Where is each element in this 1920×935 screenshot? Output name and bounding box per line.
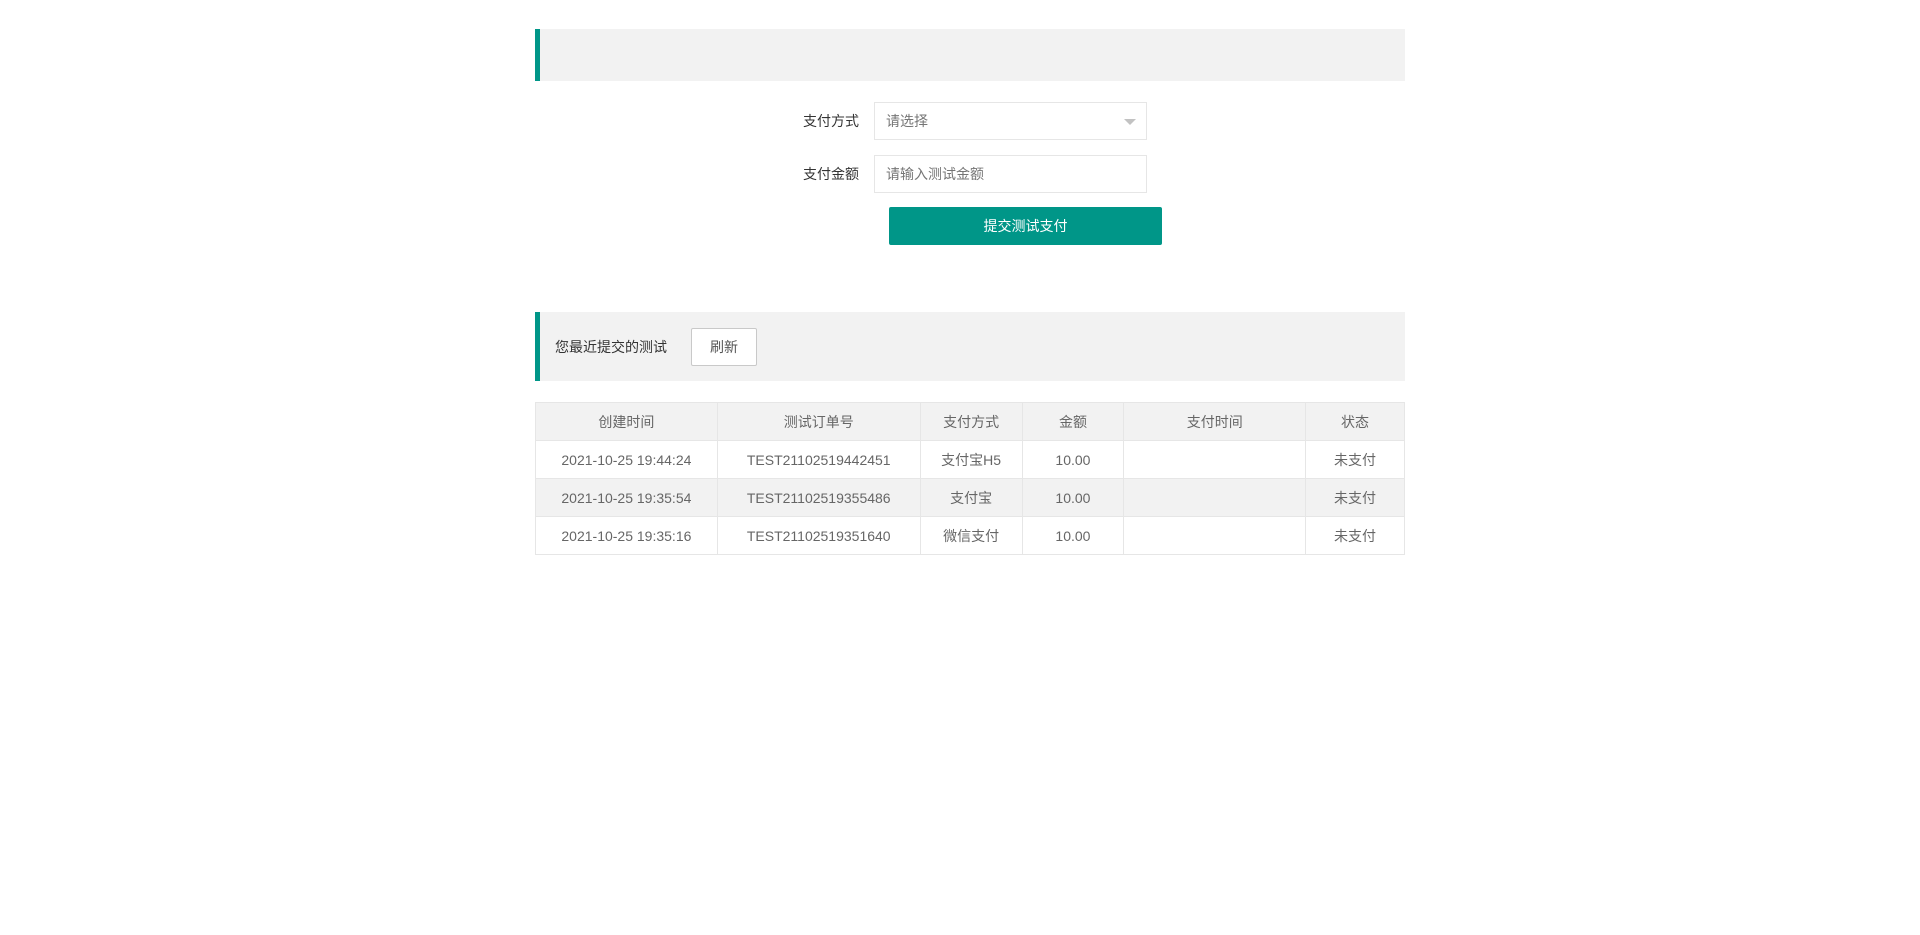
col-header-order-no: 测试订单号 (716, 402, 921, 441)
col-header-status: 状态 (1305, 402, 1405, 441)
cell-order-no: TEST21102519442451 (716, 440, 921, 479)
page: 支付方式 请选择 支付金额 提交测试支付 您最近提交的测试 刷新 (0, 0, 1920, 935)
cell-amount: 10.00 (1021, 516, 1125, 555)
main-container: 支付方式 请选择 支付金额 提交测试支付 您最近提交的测试 刷新 (535, 29, 1405, 555)
col-header-created-time: 创建时间 (535, 402, 718, 441)
col-header-pay-time: 支付时间 (1123, 402, 1307, 441)
table-header-row: 创建时间 测试订单号 支付方式 金额 支付时间 状态 (535, 402, 1405, 441)
test-pay-form: 支付方式 请选择 支付金额 提交测试支付 (535, 101, 1405, 246)
cell-pay-time (1123, 478, 1307, 517)
table-row: 2021-10-25 19:44:24 TEST21102519442451 支… (535, 440, 1405, 479)
cell-pay-method: 支付宝 (919, 478, 1023, 517)
cell-created-time: 2021-10-25 19:35:54 (535, 478, 718, 517)
pay-method-select-value: 请选择 (886, 113, 928, 129)
caret-down-icon (1124, 119, 1136, 125)
cell-pay-method: 微信支付 (919, 516, 1023, 555)
submit-test-pay-button[interactable]: 提交测试支付 (889, 207, 1162, 245)
cell-pay-method: 支付宝H5 (919, 440, 1023, 479)
cell-pay-time (1123, 440, 1307, 479)
orders-table: 创建时间 测试订单号 支付方式 金额 支付时间 状态 2021-10-25 19… (535, 402, 1405, 555)
top-section-header (535, 29, 1405, 81)
submit-spacer (535, 207, 889, 246)
col-header-pay-method: 支付方式 (919, 402, 1023, 441)
amount-input[interactable] (886, 156, 1146, 192)
amount-row: 支付金额 (535, 154, 1405, 194)
cell-amount: 10.00 (1021, 440, 1125, 479)
amount-label: 支付金额 (803, 166, 859, 182)
pay-method-label: 支付方式 (803, 113, 859, 129)
table-row: 2021-10-25 19:35:16 TEST21102519351640 微… (535, 516, 1405, 555)
recent-tests-title: 您最近提交的测试 (555, 338, 667, 355)
pay-method-row: 支付方式 请选择 (535, 101, 1405, 141)
pay-method-select[interactable]: 请选择 (874, 102, 1147, 140)
cell-status: 未支付 (1305, 440, 1405, 479)
amount-field-wrapper (874, 155, 1147, 193)
cell-order-no: TEST21102519351640 (716, 516, 921, 555)
cell-created-time: 2021-10-25 19:44:24 (535, 440, 718, 479)
cell-amount: 10.00 (1021, 478, 1125, 517)
cell-status: 未支付 (1305, 516, 1405, 555)
cell-order-no: TEST21102519355486 (716, 478, 921, 517)
col-header-amount: 金额 (1021, 402, 1125, 441)
table-row: 2021-10-25 19:35:54 TEST21102519355486 支… (535, 478, 1405, 517)
refresh-button[interactable]: 刷新 (691, 327, 757, 366)
submit-row: 提交测试支付 (535, 207, 1405, 246)
cell-status: 未支付 (1305, 478, 1405, 517)
cell-pay-time (1123, 516, 1307, 555)
recent-tests-header: 您最近提交的测试 刷新 (535, 312, 1405, 381)
cell-created-time: 2021-10-25 19:35:16 (535, 516, 718, 555)
